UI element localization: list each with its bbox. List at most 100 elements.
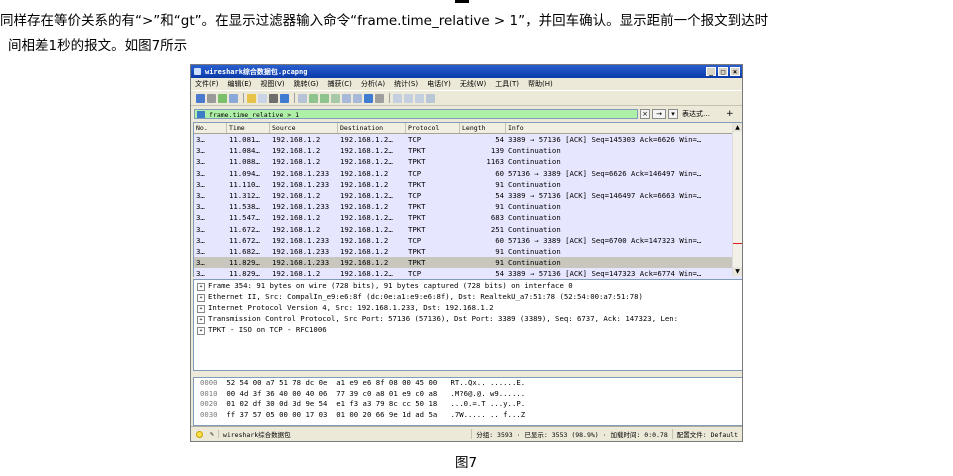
start-capture-icon[interactable] — [196, 93, 205, 103]
reload-icon[interactable] — [280, 93, 289, 103]
menu-go[interactable]: 跳转(G) — [294, 79, 319, 89]
packet-cell-len: 91 — [495, 258, 504, 268]
bookmark-icon[interactable] — [197, 110, 205, 118]
stop-capture-icon[interactable] — [207, 93, 216, 103]
close-button[interactable]: × — [730, 67, 740, 76]
detail-row[interactable]: + Frame 354: 91 bytes on wire (728 bits),… — [194, 280, 742, 291]
menu-wireless[interactable]: 无线(W) — [460, 79, 486, 89]
packet-cell-info: Continuation — [508, 146, 561, 156]
detail-row[interactable]: + Internet Protocol Version 4, Src: 192.1… — [194, 302, 742, 313]
packet-row[interactable]: 3… 11.672… 192.168.1.233 192.168.1.2 TCP 60 57… — [194, 234, 742, 246]
resize-columns-icon[interactable] — [426, 93, 435, 103]
status-profile[interactable]: 配置文件: Default — [673, 429, 742, 439]
packet-row[interactable]: 3… 11.829… 192.168.1.2 192.168.1.2… TCP 54 338… — [194, 268, 742, 280]
title-bar: wireshark综合数据包.pcapng _ □ × — [191, 65, 742, 78]
packet-cell-time: 11.094… — [229, 168, 260, 178]
zoom-in-icon[interactable] — [393, 93, 402, 103]
open-file-icon[interactable] — [247, 93, 256, 103]
column-destination[interactable]: Destination — [338, 123, 406, 133]
expand-icon[interactable]: + — [197, 327, 205, 335]
zoom-out-icon[interactable] — [404, 93, 413, 103]
packet-cell-len: 683 — [490, 213, 504, 223]
packet-cell-no: 3… — [196, 168, 205, 178]
bytes-row[interactable]: 0030 ff 37 57 05 00 00 17 03 01 00 20 66… — [194, 410, 742, 421]
column-length[interactable]: Length — [460, 123, 506, 133]
menu-analyze[interactable]: 分析(A) — [361, 79, 385, 89]
menu-file[interactable]: 文件(F) — [195, 79, 219, 89]
packet-row[interactable]: 3… 11.682… 192.168.1.233 192.168.1.2 TPKT 91 C… — [194, 245, 742, 258]
restart-capture-icon[interactable] — [218, 93, 227, 103]
filter-history-icon[interactable]: ▾ — [668, 108, 678, 119]
packet-row[interactable]: 3… 11.084… 192.168.1.2 192.168.1.2… TPKT 139 C… — [194, 145, 742, 157]
packet-row[interactable]: 3… 11.094… 192.168.1.233 192.168.1.2 TCP 60 57… — [194, 167, 742, 179]
display-filter-input[interactable]: frame.time_relative > 1 — [194, 108, 638, 119]
menu-view[interactable]: 视图(V) — [260, 79, 284, 89]
expand-icon[interactable]: + — [197, 305, 205, 313]
menu-help[interactable]: 帮助(H) — [528, 79, 553, 89]
bytes-row[interactable]: 0010 00 4d 3f 36 40 00 40 06 77 39 c0 a8… — [194, 389, 742, 400]
scroll-down-icon[interactable]: ▼ — [733, 267, 742, 276]
expand-icon[interactable]: + — [197, 283, 205, 291]
colorize-icon[interactable] — [375, 93, 384, 103]
go-forward-icon[interactable] — [320, 93, 329, 103]
packet-cell-time: 11.084… — [229, 146, 260, 156]
toolbar-separator — [294, 93, 295, 103]
save-file-icon[interactable] — [258, 93, 267, 103]
first-packet-icon[interactable] — [342, 93, 351, 103]
packet-row[interactable]: 3… 11.547… 192.168.1.2 192.168.1.2… TPKT 683 C… — [194, 212, 742, 224]
menu-bar: 文件(F) 编辑(E) 视图(V) 跳转(G) 捕获(C) 分析(A) 统计(S… — [191, 78, 742, 90]
packet-cell-time: 11.829… — [229, 258, 260, 268]
packet-row[interactable]: 3… 11.829… 192.168.1.233 192.168.1.2 TPKT 91 C… — [194, 257, 742, 269]
packet-row[interactable]: 3… 11.672… 192.168.1.2 192.168.1.2… TPKT 251 C… — [194, 223, 742, 235]
clear-filter-icon[interactable]: × — [640, 108, 650, 119]
main-toolbar — [191, 90, 742, 106]
wireshark-logo-icon — [194, 68, 201, 75]
auto-scroll-icon[interactable] — [364, 93, 373, 103]
menu-statistics[interactable]: 统计(S) — [394, 79, 418, 89]
capture-options-icon[interactable] — [229, 93, 238, 103]
zoom-normal-icon[interactable] — [415, 93, 424, 103]
packet-cell-len: 91 — [495, 202, 504, 212]
bytes-row[interactable]: 0020 01 02 df 30 0d 3d 9e 54 e1 f3 a3 79… — [194, 399, 742, 410]
menu-telephony[interactable]: 电话(Y) — [427, 79, 451, 89]
expand-icon[interactable]: + — [197, 316, 205, 324]
detail-row[interactable]: + Transmission Control Protocol, Src Port… — [194, 313, 742, 324]
menu-edit[interactable]: 编辑(E) — [228, 79, 252, 89]
find-packet-icon[interactable] — [298, 93, 307, 103]
go-to-packet-icon[interactable] — [331, 93, 340, 103]
column-protocol[interactable]: Protocol — [406, 123, 460, 133]
packet-cell-info: Continuation — [508, 179, 561, 189]
packet-cell-len: 91 — [495, 246, 504, 256]
packet-row[interactable]: 3… 11.312… 192.168.1.2 192.168.1.2… TCP 54 338… — [194, 189, 742, 202]
go-back-icon[interactable] — [309, 93, 318, 103]
scroll-up-icon[interactable]: ▲ — [733, 123, 742, 132]
edit-comment-icon[interactable]: ✎ — [206, 430, 219, 438]
detail-row[interactable]: + Ethernet II, Src: CompalIn_e9:e6:8f (dc… — [194, 291, 742, 302]
menu-capture[interactable]: 捕获(C) — [328, 79, 352, 89]
packet-list-scrollbar[interactable]: ▲ ▼ — [732, 123, 742, 276]
column-no[interactable]: No. — [194, 123, 227, 133]
packet-row[interactable]: 3… 11.538… 192.168.1.233 192.168.1.2 TPKT 91 C… — [194, 201, 742, 213]
packet-cell-time: 11.110… — [229, 179, 260, 189]
expression-button[interactable]: 表达式… — [682, 109, 710, 119]
minimize-button[interactable]: _ — [706, 67, 716, 76]
packet-row[interactable]: 3… 11.110… 192.168.1.233 192.168.1.2 TPKT 91 C… — [194, 178, 742, 190]
last-packet-icon[interactable] — [353, 93, 362, 103]
close-file-icon[interactable] — [269, 93, 278, 103]
capture-status-icon[interactable] — [196, 430, 203, 438]
menu-tools[interactable]: 工具(T) — [495, 79, 519, 89]
add-filter-button[interactable]: + — [726, 109, 734, 119]
column-info[interactable]: Info — [506, 123, 742, 133]
packet-cell-time: 11.672… — [229, 235, 260, 245]
bytes-row[interactable]: 0000 52 54 00 a7 51 78 dc 0e a1 e9 e6 8f… — [194, 378, 742, 389]
expand-icon[interactable]: + — [197, 294, 205, 302]
packet-list-header: No. Time Source Destination Protocol Len… — [194, 123, 742, 134]
detail-row[interactable]: + TPKT - ISO on TCP - RFC1006 — [194, 324, 742, 335]
packet-row[interactable]: 3… 11.081… 192.168.1.2 192.168.1.2… TCP 54 338… — [194, 134, 742, 146]
packet-row[interactable]: 3… 11.088… 192.168.1.2 192.168.1.2… TPKT 1163… — [194, 156, 742, 168]
column-source[interactable]: Source — [270, 123, 338, 133]
maximize-button[interactable]: □ — [718, 67, 728, 76]
column-time[interactable]: Time — [227, 123, 270, 133]
apply-filter-icon[interactable]: → — [652, 108, 666, 119]
packet-cell-src: 192.168.1.2 — [272, 135, 321, 144]
